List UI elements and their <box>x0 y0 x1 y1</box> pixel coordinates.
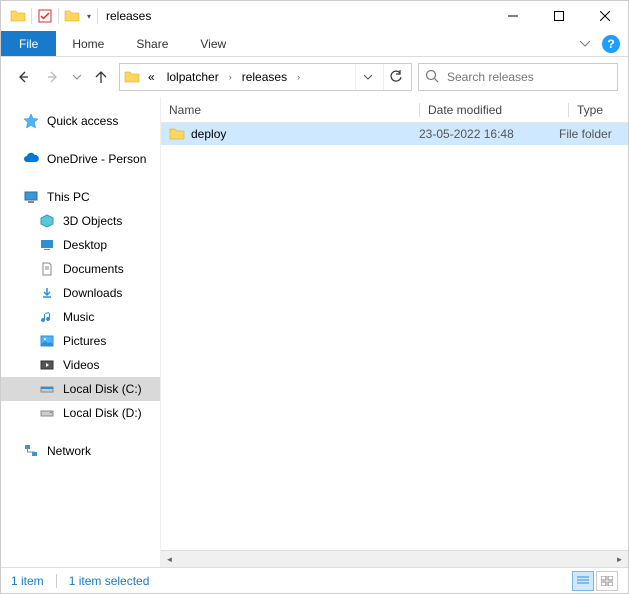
sidebar-item-label: Downloads <box>63 286 122 300</box>
sidebar-item-network[interactable]: Network <box>1 439 160 463</box>
scroll-right-icon[interactable]: ► <box>611 551 628 568</box>
status-item-count: 1 item <box>11 574 44 588</box>
computer-icon <box>23 189 39 205</box>
sidebar-item-3d-objects[interactable]: 3D Objects <box>1 209 160 233</box>
address-dropdown-icon[interactable] <box>355 64 379 90</box>
sidebar-item-label: Pictures <box>63 334 106 348</box>
sidebar-item-quick-access[interactable]: Quick access <box>1 109 160 133</box>
video-icon <box>39 357 55 373</box>
breadcrumb-overflow[interactable]: « <box>144 64 159 90</box>
file-row[interactable]: deploy 23-05-2022 16:48 File folder <box>161 123 628 145</box>
column-date[interactable]: Date modified <box>428 103 568 117</box>
sidebar-item-label: OneDrive - Person <box>47 152 146 166</box>
separator <box>31 8 32 24</box>
sidebar-item-local-disk-c[interactable]: Local Disk (C:) <box>1 377 160 401</box>
horizontal-scrollbar[interactable]: ◄ ► <box>161 550 628 567</box>
separator <box>56 574 57 588</box>
tab-home[interactable]: Home <box>56 31 120 56</box>
sidebar-item-local-disk-d[interactable]: Local Disk (D:) <box>1 401 160 425</box>
sidebar-item-label: 3D Objects <box>63 214 122 228</box>
navigation-pane: Quick access OneDrive - Person This PC 3… <box>1 97 160 567</box>
back-button[interactable] <box>11 65 35 89</box>
music-icon <box>39 309 55 325</box>
column-name[interactable]: Name <box>169 103 419 117</box>
sort-indicator-icon: ⌃ <box>281 97 289 104</box>
scroll-left-icon[interactable]: ◄ <box>161 551 178 568</box>
thumbnails-view-button[interactable] <box>596 571 618 591</box>
sidebar-item-downloads[interactable]: Downloads <box>1 281 160 305</box>
sidebar-item-label: Local Disk (D:) <box>63 406 142 420</box>
qat-dropdown-icon[interactable]: ▾ <box>83 5 95 27</box>
window-title: releases <box>106 9 151 23</box>
sidebar-item-label: Desktop <box>63 238 107 252</box>
file-name-label: deploy <box>191 127 226 141</box>
tab-share[interactable]: Share <box>120 31 184 56</box>
breadcrumb-segment[interactable]: lolpatcher <box>163 64 223 90</box>
sidebar-item-label: Videos <box>63 358 99 372</box>
chevron-right-icon[interactable]: › <box>295 72 302 82</box>
sidebar-item-music[interactable]: Music <box>1 305 160 329</box>
sidebar-item-label: Local Disk (C:) <box>63 382 142 396</box>
disk-icon <box>39 405 55 421</box>
document-icon <box>39 261 55 277</box>
column-type[interactable]: Type <box>577 103 628 117</box>
sidebar-item-desktop[interactable]: Desktop <box>1 233 160 257</box>
window-controls <box>490 1 628 31</box>
folder-icon <box>61 5 83 27</box>
sidebar-item-label: Network <box>47 444 91 458</box>
details-view-button[interactable] <box>572 571 594 591</box>
separator <box>58 8 59 24</box>
sidebar-item-documents[interactable]: Documents <box>1 257 160 281</box>
sidebar-item-label: Documents <box>63 262 124 276</box>
help-button[interactable]: ? <box>598 31 624 56</box>
file-type-label: File folder <box>559 127 628 141</box>
address-bar[interactable]: « lolpatcher › releases › <box>119 63 412 91</box>
separator <box>97 8 98 24</box>
file-date-label: 23-05-2022 16:48 <box>419 127 559 141</box>
help-icon: ? <box>602 35 620 53</box>
chevron-right-icon[interactable]: › <box>227 72 234 82</box>
maximize-button[interactable] <box>536 1 582 31</box>
search-placeholder: Search releases <box>447 70 534 84</box>
sidebar-item-label: This PC <box>47 190 90 204</box>
cube-icon <box>39 213 55 229</box>
folder-icon <box>7 5 29 27</box>
title-bar: ▾ releases <box>1 1 628 31</box>
network-icon <box>23 443 39 459</box>
file-list-pane: Name ⌃ Date modified Type deploy 23-05-2… <box>160 97 628 567</box>
status-bar: 1 item 1 item selected <box>1 567 628 593</box>
sidebar-item-this-pc[interactable]: This PC <box>1 185 160 209</box>
download-icon <box>39 285 55 301</box>
quick-access-toolbar: ▾ <box>7 5 100 27</box>
sidebar-item-videos[interactable]: Videos <box>1 353 160 377</box>
folder-icon <box>169 126 185 142</box>
search-icon <box>425 69 439 86</box>
breadcrumb-segment[interactable]: releases <box>238 64 291 90</box>
star-icon <box>23 113 39 129</box>
close-button[interactable] <box>582 1 628 31</box>
folder-icon <box>124 69 140 85</box>
sidebar-item-label: Music <box>63 310 94 324</box>
desktop-icon <box>39 237 55 253</box>
cloud-icon <box>23 151 39 167</box>
column-headers: Name ⌃ Date modified Type <box>161 97 628 123</box>
forward-button[interactable] <box>41 65 65 89</box>
ribbon-tabs: File Home Share View ? <box>1 31 628 57</box>
picture-icon <box>39 333 55 349</box>
navigation-bar: « lolpatcher › releases › Search release… <box>1 57 628 97</box>
up-button[interactable] <box>89 65 113 89</box>
sidebar-item-onedrive[interactable]: OneDrive - Person <box>1 147 160 171</box>
disk-icon <box>39 381 55 397</box>
minimize-button[interactable] <box>490 1 536 31</box>
sidebar-item-label: Quick access <box>47 114 118 128</box>
tab-file[interactable]: File <box>1 31 56 56</box>
tab-view[interactable]: View <box>184 31 242 56</box>
properties-icon[interactable] <box>34 5 56 27</box>
sidebar-item-pictures[interactable]: Pictures <box>1 329 160 353</box>
recent-dropdown-icon[interactable] <box>71 65 83 89</box>
refresh-button[interactable] <box>383 64 407 90</box>
ribbon-toggle-icon[interactable] <box>572 31 598 56</box>
search-input[interactable]: Search releases <box>418 63 618 91</box>
status-selected-count: 1 item selected <box>69 574 150 588</box>
